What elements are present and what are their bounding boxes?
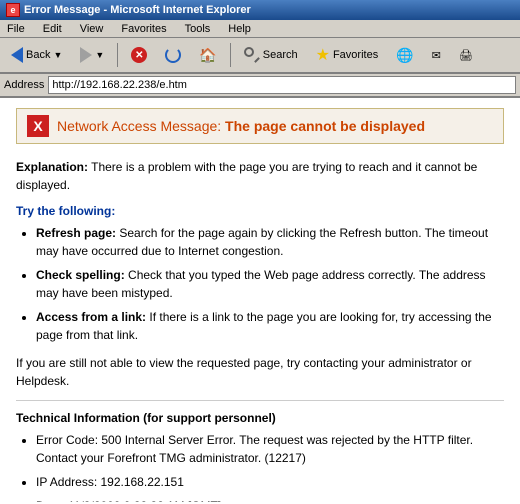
bullet-label-2: Access from a link: — [36, 310, 146, 324]
menu-view[interactable]: View — [77, 22, 107, 36]
error-title-prefix: Network Access Message: — [57, 118, 221, 134]
separator-2 — [230, 43, 231, 67]
media-icon: 🌐 — [396, 47, 413, 64]
tech-heading: Technical Information (for support perso… — [16, 411, 504, 425]
explanation: Explanation: There is a problem with the… — [16, 158, 504, 194]
home-button[interactable]: 🏠 — [192, 41, 223, 69]
mail-icon: ✉ — [432, 49, 441, 62]
search-label: Search — [263, 49, 298, 61]
tech-item-0: Error Code: 500 Internal Server Error. T… — [36, 433, 473, 465]
tech-list: Error Code: 500 Internal Server Error. T… — [36, 431, 504, 502]
forward-dropdown-icon: ▼ — [95, 50, 104, 60]
back-arrow-icon — [11, 47, 23, 63]
menu-tools[interactable]: Tools — [182, 22, 214, 36]
list-item: Check spelling: Check that you typed the… — [36, 266, 504, 302]
favorites-button[interactable]: ★ Favorites — [309, 41, 386, 69]
separator-1 — [117, 43, 118, 67]
error-title: Network Access Message: The page cannot … — [57, 118, 425, 134]
back-button[interactable]: Back ▼ — [4, 41, 69, 69]
favorites-label: Favorites — [333, 49, 378, 61]
bullet-label-1: Check spelling: — [36, 268, 125, 282]
address-bar: Address — [0, 74, 520, 98]
error-x-icon: X — [27, 115, 49, 137]
error-header: X Network Access Message: The page canno… — [16, 108, 504, 144]
address-label: Address — [4, 79, 44, 91]
error-title-main: The page cannot be displayed — [221, 118, 425, 134]
star-icon: ★ — [316, 45, 330, 65]
ie-icon: e — [6, 3, 20, 17]
content-area: X Network Access Message: The page canno… — [0, 98, 520, 502]
search-icon — [244, 47, 260, 63]
contact-text: If you are still not able to view the re… — [16, 354, 504, 390]
bullet-label-0: Refresh page: — [36, 226, 116, 240]
list-item: IP Address: 192.168.22.151 — [36, 473, 504, 491]
list-item: Error Code: 500 Internal Server Error. T… — [36, 431, 504, 467]
stop-icon: ✕ — [131, 47, 147, 63]
try-heading: Try the following: — [16, 204, 504, 218]
home-icon: 🏠 — [199, 47, 216, 64]
back-dropdown-icon: ▼ — [53, 50, 62, 60]
list-item: Access from a link: If there is a link t… — [36, 308, 504, 344]
tech-item-2: Date: 11/3/2009 9:38:38 AM [GMT] — [36, 499, 221, 502]
menu-file[interactable]: File — [4, 22, 28, 36]
search-button[interactable]: Search — [237, 41, 305, 69]
mail-button[interactable]: ✉ — [425, 41, 448, 69]
list-item: Refresh page: Search for the page again … — [36, 224, 504, 260]
media-button[interactable]: 🌐 — [389, 41, 420, 69]
window-title: Error Message - Microsoft Internet Explo… — [24, 4, 251, 16]
stop-button[interactable]: ✕ — [124, 41, 154, 69]
refresh-button[interactable] — [158, 41, 188, 69]
try-list: Refresh page: Search for the page again … — [36, 224, 504, 344]
menu-bar: File Edit View Favorites Tools Help — [0, 20, 520, 38]
divider — [16, 400, 504, 401]
forward-button[interactable]: ▼ — [73, 41, 111, 69]
explanation-label: Explanation: — [16, 160, 88, 174]
list-item: Date: 11/3/2009 9:38:38 AM [GMT] — [36, 497, 504, 502]
toolbar: Back ▼ ▼ ✕ 🏠 Search ★ Favorites 🌐 ✉ 🖨 — [0, 38, 520, 74]
print-button[interactable]: 🖨 — [452, 41, 480, 69]
tech-item-1: IP Address: 192.168.22.151 — [36, 475, 184, 489]
menu-edit[interactable]: Edit — [40, 22, 65, 36]
back-label: Back — [26, 49, 50, 61]
refresh-icon — [165, 47, 181, 63]
menu-help[interactable]: Help — [225, 22, 254, 36]
menu-favorites[interactable]: Favorites — [118, 22, 169, 36]
print-icon: 🖨 — [459, 49, 473, 62]
address-input[interactable] — [48, 76, 516, 94]
title-bar: e Error Message - Microsoft Internet Exp… — [0, 0, 520, 20]
forward-arrow-icon — [80, 47, 92, 63]
